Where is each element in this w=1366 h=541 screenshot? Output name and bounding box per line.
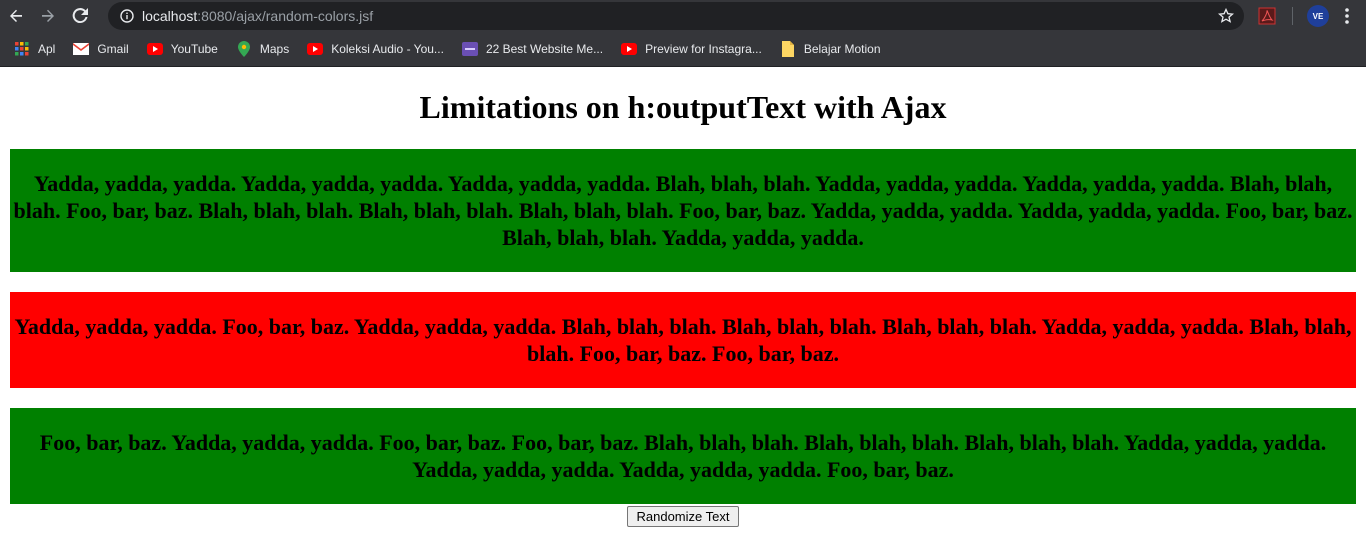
youtube-icon — [146, 41, 163, 57]
forward-arrow-icon — [42, 9, 54, 22]
bookmark-label: Gmail — [97, 42, 129, 56]
forward-button[interactable] — [32, 0, 64, 32]
text-block-3-text: Foo, bar, baz. Yadda, yadda, yadda. Foo,… — [39, 430, 1327, 482]
page-title: Limitations on h:outputText with Ajax — [419, 89, 947, 125]
maps-icon — [236, 41, 252, 57]
back-button[interactable] — [0, 0, 32, 32]
bookmark-star-icon[interactable] — [1218, 8, 1234, 24]
page-content: Limitations on h:outputText with Ajax Ya… — [0, 67, 1366, 541]
bookmark-page-icon — [780, 41, 796, 57]
pdf-extension-icon[interactable] — [1258, 7, 1276, 25]
browser-toolbar: localhost:8080/ajax/random-colors.jsf VE — [0, 0, 1366, 32]
youtube-icon — [621, 41, 638, 57]
url-path: :8080/ajax/random-colors.jsf — [197, 8, 374, 24]
text-block-1-text: Yadda, yadda, yadda. Yadda, yadda, yadda… — [13, 171, 1353, 250]
bookmark-label: Koleksi Audio - You... — [331, 42, 444, 56]
bookmark-label: Belajar Motion — [803, 42, 881, 56]
bookmark-preview-instagram[interactable]: Preview for Instagra... — [621, 41, 762, 57]
url-text[interactable]: localhost:8080/ajax/random-colors.jsf — [142, 8, 373, 24]
bookmark-gmail[interactable]: Gmail — [73, 41, 129, 57]
text-block-3: Foo, bar, baz. Yadda, yadda, yadda. Foo,… — [10, 408, 1356, 504]
randomize-text-button[interactable]: Randomize Text — [627, 506, 739, 527]
text-block-1: Yadda, yadda, yadda. Yadda, yadda, yadda… — [10, 149, 1356, 272]
reload-icon — [72, 8, 88, 24]
bookmarks-bar: Apl Gmail YouTube Maps Koleksi Audio - Y… — [0, 32, 1366, 67]
youtube-icon — [307, 41, 324, 57]
site-favicon-icon — [461, 41, 478, 57]
toolbar-separator — [1292, 7, 1293, 25]
bookmark-belajar-motion[interactable]: Belajar Motion — [780, 41, 881, 57]
site-info-icon[interactable] — [120, 9, 134, 23]
url-host: localhost — [142, 8, 198, 24]
back-arrow-icon — [10, 9, 22, 22]
bookmark-apps[interactable]: Apl — [14, 41, 55, 57]
bookmark-label: Maps — [259, 42, 290, 56]
gmail-icon — [73, 41, 90, 57]
bookmark-label: 22 Best Website Me... — [485, 42, 604, 56]
text-block-2-text: Yadda, yadda, yadda. Foo, bar, baz. Yadd… — [14, 314, 1352, 366]
profile-avatar[interactable]: VE — [1307, 5, 1329, 27]
bookmark-label: Apl — [38, 42, 56, 56]
more-menu-icon[interactable] — [1345, 8, 1349, 24]
bookmark-koleksi-audio[interactable]: Koleksi Audio - You... — [307, 41, 444, 57]
bookmark-label: Preview for Instagra... — [645, 42, 762, 56]
bookmark-youtube[interactable]: YouTube — [146, 41, 218, 57]
bookmark-maps[interactable]: Maps — [236, 41, 289, 57]
reload-button[interactable] — [64, 0, 96, 32]
bookmark-label: YouTube — [170, 42, 218, 56]
extension-area: VE — [1256, 0, 1349, 32]
apps-grid-icon — [14, 41, 30, 57]
text-block-2: Yadda, yadda, yadda. Foo, bar, baz. Yadd… — [10, 292, 1356, 388]
address-bar[interactable]: localhost:8080/ajax/random-colors.jsf — [108, 2, 1244, 30]
bookmark-best-website[interactable]: 22 Best Website Me... — [461, 41, 604, 57]
